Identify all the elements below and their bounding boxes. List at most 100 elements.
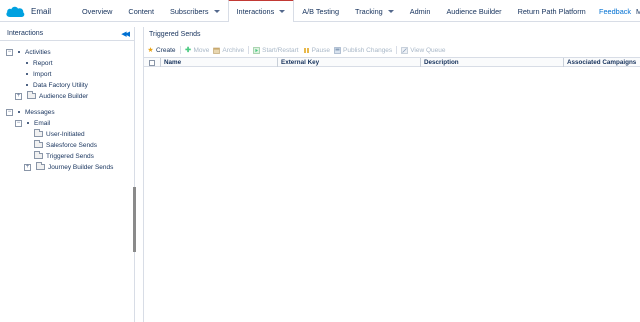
tree-label: Data Factory Utility bbox=[33, 81, 88, 89]
tree-item-data-factory-utility[interactable]: Data Factory Utility bbox=[26, 80, 88, 90]
nav-label: A/B Testing bbox=[302, 6, 340, 16]
archive-button[interactable]: Archive bbox=[213, 47, 244, 54]
tree-item-audience-builder[interactable]: + Audience Builder bbox=[15, 91, 88, 101]
publish-icon bbox=[334, 46, 341, 54]
toolbar-label: Start/Restart bbox=[262, 46, 299, 54]
toolbar-divider bbox=[248, 46, 250, 54]
tree-label: Import bbox=[33, 70, 52, 78]
sidebar-header: Interactions ◀◀ bbox=[0, 27, 134, 41]
tree-label: Audience Builder bbox=[39, 92, 89, 100]
main-panel: Triggered Sends ★ Create ✚ Move Archive … bbox=[143, 27, 640, 322]
tree-item-activities[interactable]: − Activities bbox=[6, 47, 51, 57]
expand-toggle-icon[interactable]: + bbox=[24, 163, 31, 171]
create-button[interactable]: ★ Create bbox=[147, 46, 176, 55]
sidebar-title: Interactions bbox=[7, 30, 44, 37]
star-icon: ★ bbox=[147, 47, 154, 54]
tree-label: Messages bbox=[25, 108, 55, 116]
archive-icon bbox=[213, 47, 221, 54]
tree-label: Email bbox=[34, 119, 51, 127]
tree-item-email[interactable]: − Email bbox=[15, 118, 50, 128]
tree-item-salesforce-sends[interactable]: Salesforce Sends bbox=[34, 140, 97, 150]
toolbar-label: Pause bbox=[311, 46, 331, 54]
bullet-icon bbox=[18, 111, 20, 113]
folder-icon bbox=[34, 151, 43, 159]
tree-item-report[interactable]: Report bbox=[26, 58, 53, 68]
panel-resize-handle[interactable] bbox=[133, 187, 136, 252]
brand[interactable]: Email bbox=[5, 2, 51, 20]
nav-label: Return Path Platform bbox=[517, 6, 586, 16]
publish-changes-button[interactable]: Publish Changes bbox=[334, 47, 392, 54]
pause-icon bbox=[303, 47, 310, 54]
nav-audience-builder[interactable]: Audience Builder bbox=[438, 0, 509, 22]
collapse-toggle-icon[interactable]: − bbox=[6, 108, 13, 116]
tree-item-journey-builder-sends[interactable]: + Journey Builder Sends bbox=[24, 162, 113, 172]
tree-item-triggered-sends[interactable]: Triggered Sends bbox=[34, 151, 94, 161]
column-header-name[interactable]: Name bbox=[161, 58, 278, 67]
nav-overview[interactable]: Overview bbox=[74, 0, 120, 22]
tree-label: Journey Builder Sends bbox=[48, 163, 114, 171]
nav-interactions[interactable]: Interactions bbox=[227, 0, 295, 22]
tree-label: Report bbox=[33, 59, 53, 67]
nav-label: Content bbox=[128, 6, 154, 16]
nav-content[interactable]: Content bbox=[120, 0, 162, 22]
tree-label: Triggered Sends bbox=[46, 152, 94, 160]
bullet-icon bbox=[27, 122, 29, 124]
caret-down-icon bbox=[387, 9, 394, 13]
nav-label: Admin bbox=[409, 6, 431, 16]
tree-item-import[interactable]: Import bbox=[26, 69, 51, 79]
queue-icon bbox=[401, 46, 408, 54]
tree-item-user-initiated[interactable]: User-Initiated bbox=[34, 129, 85, 139]
page-title: Triggered Sends bbox=[149, 31, 201, 38]
toolbar-label: Archive bbox=[222, 46, 245, 54]
salesforce-cloud-icon bbox=[5, 5, 25, 18]
toolbar-label: View Queue bbox=[410, 46, 446, 54]
select-all-checkbox-cell bbox=[144, 58, 161, 67]
toolbar: ★ Create ✚ Move Archive Start/Restart Pa… bbox=[144, 44, 640, 56]
move-icon: ✚ bbox=[185, 47, 191, 54]
nav-ab-testing[interactable]: A/B Testing bbox=[294, 0, 347, 22]
feedback-link[interactable]: Feedback bbox=[599, 0, 631, 22]
folder-icon bbox=[27, 91, 36, 99]
double-chevron-left-icon[interactable]: ◀◀ bbox=[121, 30, 130, 38]
nav-label: Subscribers bbox=[169, 6, 209, 16]
collapse-toggle-icon[interactable]: − bbox=[15, 119, 22, 127]
toolbar-label: Move bbox=[193, 46, 210, 54]
collapse-toggle-icon[interactable]: − bbox=[6, 48, 13, 56]
bullet-icon bbox=[26, 62, 28, 64]
expand-toggle-icon[interactable]: + bbox=[15, 92, 22, 100]
main-nav: Overview Content Subscribers Interaction… bbox=[74, 0, 594, 22]
caret-down-icon bbox=[213, 9, 220, 13]
toolbar-label: Create bbox=[156, 46, 176, 54]
top-navigation-bar: Email Overview Content Subscribers Inter… bbox=[0, 0, 640, 22]
toolbar-divider bbox=[179, 46, 181, 54]
nav-tracking[interactable]: Tracking bbox=[347, 0, 402, 22]
view-queue-button[interactable]: View Queue bbox=[401, 47, 445, 54]
toolbar-divider bbox=[396, 46, 398, 54]
nav-return-path-platform[interactable]: Return Path Platform bbox=[510, 0, 594, 22]
bullet-icon bbox=[26, 73, 28, 75]
table-header: Name External Key Description Associated… bbox=[144, 57, 640, 67]
nav-label: Interactions bbox=[236, 7, 275, 16]
bullet-icon bbox=[18, 51, 20, 53]
toolbar-label: Publish Changes bbox=[343, 46, 393, 54]
brand-name: Email bbox=[31, 6, 52, 16]
column-header-description[interactable]: Description bbox=[421, 58, 564, 67]
pause-button[interactable]: Pause bbox=[303, 47, 330, 54]
select-all-checkbox[interactable] bbox=[149, 59, 155, 66]
play-icon bbox=[253, 46, 260, 54]
tree-item-messages[interactable]: − Messages bbox=[6, 107, 55, 117]
start-restart-button[interactable]: Start/Restart bbox=[253, 46, 299, 54]
column-header-external-key[interactable]: External Key bbox=[278, 58, 421, 67]
tree-label: Activities bbox=[25, 48, 51, 56]
nav-admin[interactable]: Admin bbox=[402, 0, 439, 22]
nav-subscribers[interactable]: Subscribers bbox=[162, 0, 228, 22]
move-button[interactable]: ✚ Move bbox=[185, 46, 210, 55]
bullet-icon bbox=[26, 84, 28, 86]
user-menu[interactable]: M bbox=[636, 0, 640, 22]
nav-label: Audience Builder bbox=[446, 6, 502, 16]
folder-icon bbox=[34, 140, 43, 148]
sidebar: Interactions ◀◀ − Activities Report Impo… bbox=[0, 27, 136, 322]
folder-icon bbox=[34, 129, 43, 137]
column-header-associated-campaigns[interactable]: Associated Campaigns bbox=[564, 58, 640, 67]
nav-label: Overview bbox=[82, 6, 113, 16]
